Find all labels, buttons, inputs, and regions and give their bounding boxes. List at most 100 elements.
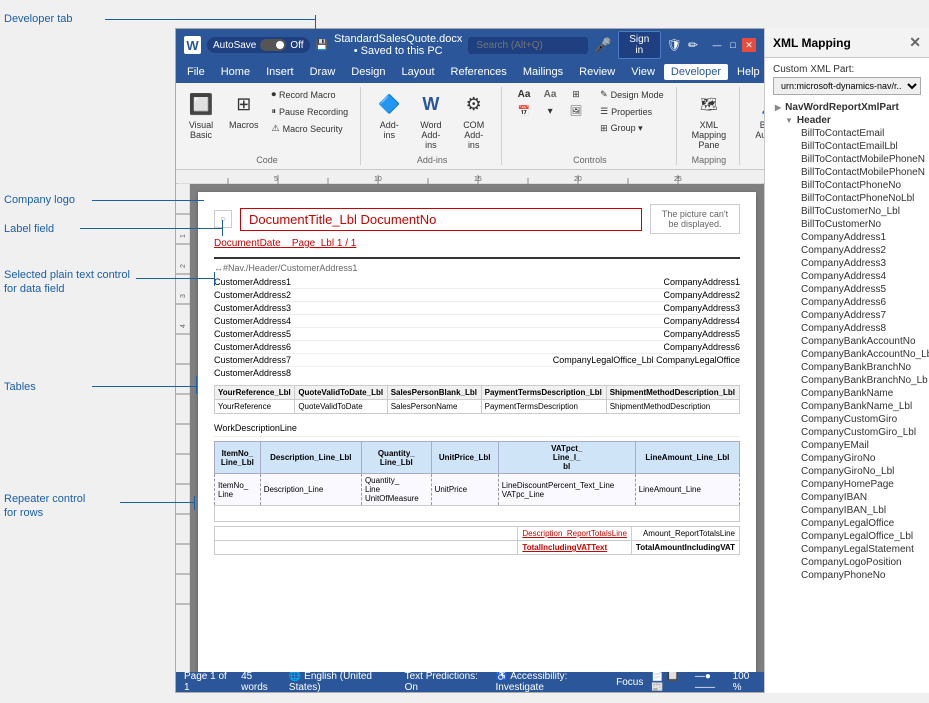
menu-design[interactable]: Design [344,64,392,80]
xml-item-CompanyBankBranchNo[interactable]: CompanyBankBranchNo [793,361,921,374]
xml-item-CompanyLegalStatement[interactable]: CompanyLegalStatement [793,543,921,556]
doc-area: 1 2 3 4 ○ DocumentTitle_Lbl DocumentNo T… [176,184,764,672]
menu-mailings[interactable]: Mailings [516,64,570,80]
minimize-button[interactable]: — [710,38,724,52]
xml-item-BillToContactPhoneNoLbl[interactable]: BillToContactPhoneNoLbl [793,192,921,205]
xml-item-CompanyAddress7[interactable]: CompanyAddress7 [793,309,921,322]
xml-custom-part-select[interactable]: urn:microsoft-dynamics-nav/r... [773,77,921,95]
ruler-svg: 5 10 15 20 25 [178,170,762,184]
toggle-pill[interactable] [260,39,286,51]
title-filename: StandardSalesQuote.docx • Saved to this … [334,33,462,57]
xml-item-CompanyCustomGiroLbl[interactable]: CompanyCustomGiro_Lbl [793,426,921,439]
xml-panel-close-button[interactable]: ✕ [909,34,921,51]
doc-title-field[interactable]: DocumentTitle_Lbl DocumentNo [240,208,642,231]
items-header-vat: VATpct_Line_l_bl [498,442,635,474]
ribbon-word-addins-button[interactable]: W WordAdd-ins [412,87,451,153]
ribbon-aa1-button[interactable]: Aa [512,87,536,102]
xml-item-CompanyBankName[interactable]: CompanyBankName [793,387,921,400]
xml-item-BillToContactEmailLbl[interactable]: BillToContactEmailLbl [793,140,921,153]
ribbon-date-button[interactable]: 📅 [512,104,536,119]
xml-item-BillToContactMobilePhoneN2[interactable]: BillToContactMobilePhoneN [793,166,921,179]
ruler-horizontal: 5 10 15 20 25 [176,170,764,184]
xml-item-CompanyGiroNo[interactable]: CompanyGiroNo [793,452,921,465]
ribbon-visual-basic-button[interactable]: 🔲 VisualBasic [182,87,220,143]
status-zoom-slider[interactable]: —●—— [695,671,725,693]
xml-item-CompanyAddress3[interactable]: CompanyAddress3 [793,257,921,270]
xml-item-CompanyHomePage[interactable]: CompanyHomePage [793,478,921,491]
macro-security-button[interactable]: ⚠ Macro Security [268,121,353,136]
xml-item-CompanyCustomGiro[interactable]: CompanyCustomGiro [793,413,921,426]
totals-value-2: TotalAmountIncludingVAT [631,541,739,555]
svg-text:10: 10 [374,176,382,183]
sign-in-button[interactable]: Sign in [618,31,661,59]
ribbon-aa2-button[interactable]: Aa [538,87,562,102]
annotation-repeater-control: Repeater controlfor rows [4,492,134,521]
xml-item-CompanyIBAN[interactable]: CompanyIBAN [793,491,921,504]
customer-row-5: CustomerAddress5 CompanyAddress5 [214,328,740,341]
xml-item-CompanyAddress5[interactable]: CompanyAddress5 [793,283,921,296]
menu-insert[interactable]: Insert [259,64,301,80]
record-macro-button[interactable]: ⏺ Record Macro [268,87,353,102]
xml-item-BillToCustomerNo[interactable]: BillToCustomerNo [793,218,921,231]
ribbon-macros-button[interactable]: ⊞ Macros [224,87,264,133]
xml-item-CompanyAddress2[interactable]: CompanyAddress2 [793,244,921,257]
close-button[interactable]: ✕ [742,38,756,52]
xml-item-CompanyAddress4[interactable]: CompanyAddress4 [793,270,921,283]
xml-item-BillToCustomerNoLbl[interactable]: BillToCustomerNo_Lbl [793,205,921,218]
ribbon-addins-button[interactable]: 🔷 Add-ins [371,87,407,143]
xml-item-CompanyLogoPosition[interactable]: CompanyLogoPosition [793,556,921,569]
menu-help[interactable]: Help [730,64,767,80]
xml-item-CompanyLegalOfficeLbl[interactable]: CompanyLegalOffice_Lbl [793,530,921,543]
ribbon-combo-button[interactable]: ▾ [538,104,562,119]
xml-item-BillToContactEmail[interactable]: BillToContactEmail [793,127,921,140]
design-mode-button[interactable]: ✎ Design Mode [596,87,668,102]
xml-item-CompanyGiroNoLbl[interactable]: CompanyGiroNo_Lbl [793,465,921,478]
xml-tree-header-folder[interactable]: ▼ Header [783,114,921,127]
pause-recording-button[interactable]: ⏸ Pause Recording [268,104,353,119]
com-addins-icon: ⚙ [460,90,488,118]
status-focus[interactable]: Focus [616,677,643,688]
menu-developer[interactable]: Developer [664,64,728,80]
menu-references[interactable]: References [444,64,514,80]
ribbon-com-addins-button[interactable]: ⚙ COMAdd-ins [454,87,493,153]
xml-item-CompanyAddress1[interactable]: CompanyAddress1 [793,231,921,244]
items-data-qty: Quantity_LineUnitOfMeasure [361,474,431,506]
xml-item-CompanyBankNameLbl[interactable]: CompanyBankName_Lbl [793,400,921,413]
xml-item-CompanyIBANLbl[interactable]: CompanyIBAN_Lbl [793,504,921,517]
ribbon-xml-mapping-button[interactable]: 🗺 XML MappingPane [687,87,732,153]
menu-view[interactable]: View [624,64,662,80]
xml-item-CompanyLegalOffice[interactable]: CompanyLegalOffice [793,517,921,530]
xml-item-CompanyAddress8[interactable]: CompanyAddress8 [793,322,921,335]
customer-row-8: CustomerAddress8 [214,367,740,379]
group-button[interactable]: ⊞ Group ▾ [596,121,668,136]
menu-bar: File Home Insert Draw Design Layout Refe… [176,61,764,83]
macros-icon: ⊞ [230,90,258,118]
maximize-button[interactable]: □ [726,38,740,52]
xml-item-CompanyBankAccountNoLbl[interactable]: CompanyBankAccountNo_Lbl [793,348,921,361]
menu-home[interactable]: Home [214,64,257,80]
ruler-vertical-svg: 1 2 3 4 [176,184,190,672]
annotation-tables: Tables [4,380,144,394]
pen-icon: ✏ [688,38,698,52]
menu-draw[interactable]: Draw [303,64,343,80]
menu-review[interactable]: Review [572,64,622,80]
menu-layout[interactable]: Layout [395,64,442,80]
autosave-toggle[interactable]: AutoSave Off [207,37,310,53]
xml-item-CompanyAddress6[interactable]: CompanyAddress6 [793,296,921,309]
doc-scroll[interactable]: ○ DocumentTitle_Lbl DocumentNo The pictu… [190,184,764,672]
title-search-input[interactable] [468,37,588,54]
customer-row-3: CustomerAddress3 CompanyAddress3 [214,302,740,315]
ref-data-4: PaymentTermsDescription [481,400,606,414]
xml-tree-root[interactable]: ▶ NavWordReportXmlPart [773,101,921,114]
properties-button[interactable]: ☰ Properties [596,104,668,119]
xml-item-CompanyBankBranchNoLb[interactable]: CompanyBankBranchNo_Lb [793,374,921,387]
xml-item-BillToContactPhoneNo[interactable]: BillToContactPhoneNo [793,179,921,192]
ref-header-1: YourReference_Lbl [215,386,295,400]
xml-item-CompanyEMail[interactable]: CompanyEMail [793,439,921,452]
menu-file[interactable]: File [180,64,212,80]
xml-item-CompanyPhoneNo[interactable]: CompanyPhoneNo [793,569,921,582]
xml-item-BillToContactMobilePhoneN1[interactable]: BillToContactMobilePhoneN [793,153,921,166]
ribbon-grid-button[interactable]: ⊞ [564,87,588,102]
xml-item-CompanyBankAccountNo[interactable]: CompanyBankAccountNo [793,335,921,348]
ribbon-img-button[interactable]: 🖼 [564,104,588,119]
